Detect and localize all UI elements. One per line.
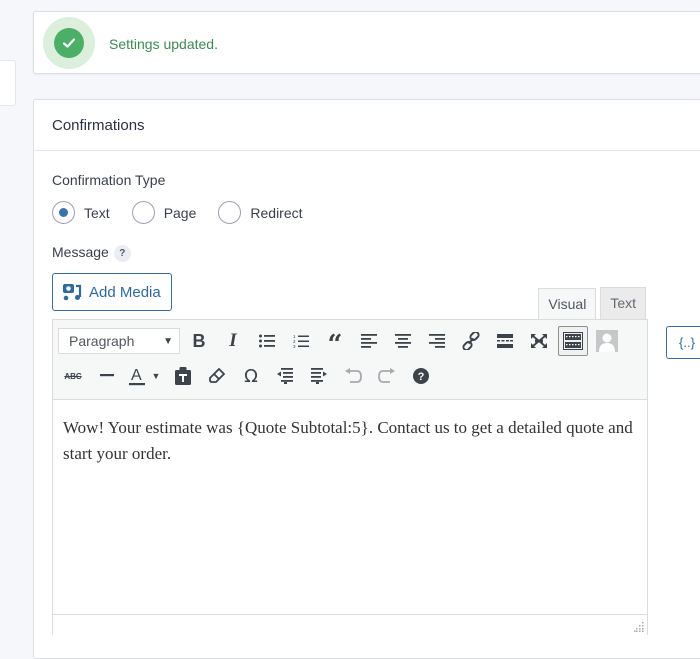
paste-text-icon xyxy=(175,367,191,385)
strikethrough-icon: ABC xyxy=(64,371,82,381)
align-center-icon xyxy=(395,334,411,348)
confirmation-type-label: Confirmation Type xyxy=(52,172,166,188)
align-center-button[interactable] xyxy=(388,326,418,356)
merge-tag-icon: {..} xyxy=(679,335,695,350)
editor-tabs: Visual Text xyxy=(538,287,646,320)
toolbar-row-1: Paragraph ▼ B I 123 “ xyxy=(58,326,626,360)
redo-icon xyxy=(378,368,395,383)
numbered-list-icon: 123 xyxy=(293,334,309,349)
check-circle-icon xyxy=(54,28,84,58)
undo-button[interactable] xyxy=(338,361,368,391)
fullscreen-button[interactable] xyxy=(524,326,554,356)
radio-text[interactable]: Text xyxy=(52,201,110,224)
undo-icon xyxy=(345,368,362,383)
align-left-button[interactable] xyxy=(354,326,384,356)
svg-text:?: ? xyxy=(418,371,425,383)
text-color-icon: A xyxy=(129,367,145,386)
clear-formatting-icon xyxy=(209,368,225,383)
bullet-list-button[interactable] xyxy=(252,326,282,356)
italic-icon: I xyxy=(229,330,237,351)
horizontal-line-button[interactable] xyxy=(92,361,122,391)
chevron-down-icon: ▼ xyxy=(151,371,161,381)
resize-handle-icon[interactable] xyxy=(634,622,644,632)
indent-icon xyxy=(311,368,327,384)
link-icon xyxy=(462,332,480,350)
link-button[interactable] xyxy=(456,326,486,356)
blockquote-button[interactable]: “ xyxy=(320,326,350,360)
svg-text:3: 3 xyxy=(293,344,296,349)
bold-button[interactable]: B xyxy=(184,326,214,356)
strikethrough-button[interactable]: ABC xyxy=(58,361,88,391)
toolbar-toggle-icon xyxy=(563,332,583,350)
indent-button[interactable] xyxy=(304,361,334,391)
user-avatar-button[interactable] xyxy=(592,326,622,356)
radio-page[interactable]: Page xyxy=(131,201,197,224)
radio-label: Redirect xyxy=(250,204,303,221)
editor-statusbar xyxy=(53,614,647,635)
bullet-list-icon xyxy=(259,334,275,348)
outdent-button[interactable] xyxy=(270,361,300,391)
help-button[interactable]: ? xyxy=(406,361,436,391)
svg-text:A: A xyxy=(131,367,142,384)
redo-button[interactable] xyxy=(372,361,402,391)
add-media-label: Add Media xyxy=(89,283,161,301)
merge-tag-button[interactable]: {..} xyxy=(666,326,700,359)
bold-icon: B xyxy=(192,330,206,351)
user-avatar-icon xyxy=(596,330,618,352)
horizontal-line-icon xyxy=(100,374,114,377)
panel-title: Confirmations xyxy=(34,100,700,151)
special-character-icon: Ω xyxy=(244,365,258,387)
read-more-icon xyxy=(497,334,513,348)
outdent-icon xyxy=(277,368,293,384)
clear-formatting-button[interactable] xyxy=(202,361,232,391)
blockquote-icon: “ xyxy=(327,330,343,360)
format-select[interactable]: Paragraph ▼ xyxy=(58,328,180,354)
editor-content[interactable]: Wow! Your estimate was {Quote Subtotal:5… xyxy=(53,400,647,614)
editor-toolbar: Paragraph ▼ B I 123 “ ABC A ▼ Ω ? xyxy=(53,320,647,400)
radio-redirect[interactable]: Redirect xyxy=(218,201,303,224)
message-label-row: Message? xyxy=(52,244,131,262)
align-right-button[interactable] xyxy=(422,326,452,356)
notice-message: Settings updated. xyxy=(109,36,218,52)
toolbar-toggle-button[interactable] xyxy=(558,326,588,356)
text-color-button[interactable]: A xyxy=(126,361,148,391)
format-select-value: Paragraph xyxy=(69,333,135,349)
add-media-button[interactable]: Add Media xyxy=(52,273,172,311)
radio-label: Text xyxy=(84,204,110,221)
confirmation-type-radio-group: Text Page Redirect xyxy=(52,201,325,224)
numbered-list-button[interactable]: 123 xyxy=(286,326,316,356)
help-icon: ? xyxy=(413,368,429,384)
radio-label: Page xyxy=(163,204,197,221)
text-color-dropdown[interactable]: ▼ xyxy=(148,361,164,391)
chevron-down-icon: ▼ xyxy=(163,335,173,347)
radio-button-selected[interactable] xyxy=(52,201,75,224)
special-character-button[interactable]: Ω xyxy=(236,361,266,391)
settings-updated-notice: Settings updated. xyxy=(33,11,700,74)
align-right-icon xyxy=(429,334,445,348)
paste-text-button[interactable] xyxy=(168,361,198,391)
align-left-icon xyxy=(361,334,377,348)
media-icon xyxy=(63,284,82,301)
help-icon[interactable]: ? xyxy=(113,245,131,262)
italic-button[interactable]: I xyxy=(218,326,248,356)
tab-visual[interactable]: Visual xyxy=(538,288,597,320)
read-more-button[interactable] xyxy=(490,326,520,356)
message-label: Message xyxy=(52,244,109,260)
radio-button[interactable] xyxy=(218,201,242,224)
tab-text[interactable]: Text xyxy=(600,287,646,319)
radio-button[interactable] xyxy=(131,201,155,224)
message-editor: Paragraph ▼ B I 123 “ ABC A ▼ Ω ? Wow! Y… xyxy=(52,319,648,635)
side-card xyxy=(0,60,16,106)
confirmations-panel: Confirmations Confirmation Type Text Pag… xyxy=(33,99,700,659)
toolbar-row-2: ABC A ▼ Ω ? xyxy=(58,361,440,391)
fullscreen-icon xyxy=(531,334,547,348)
